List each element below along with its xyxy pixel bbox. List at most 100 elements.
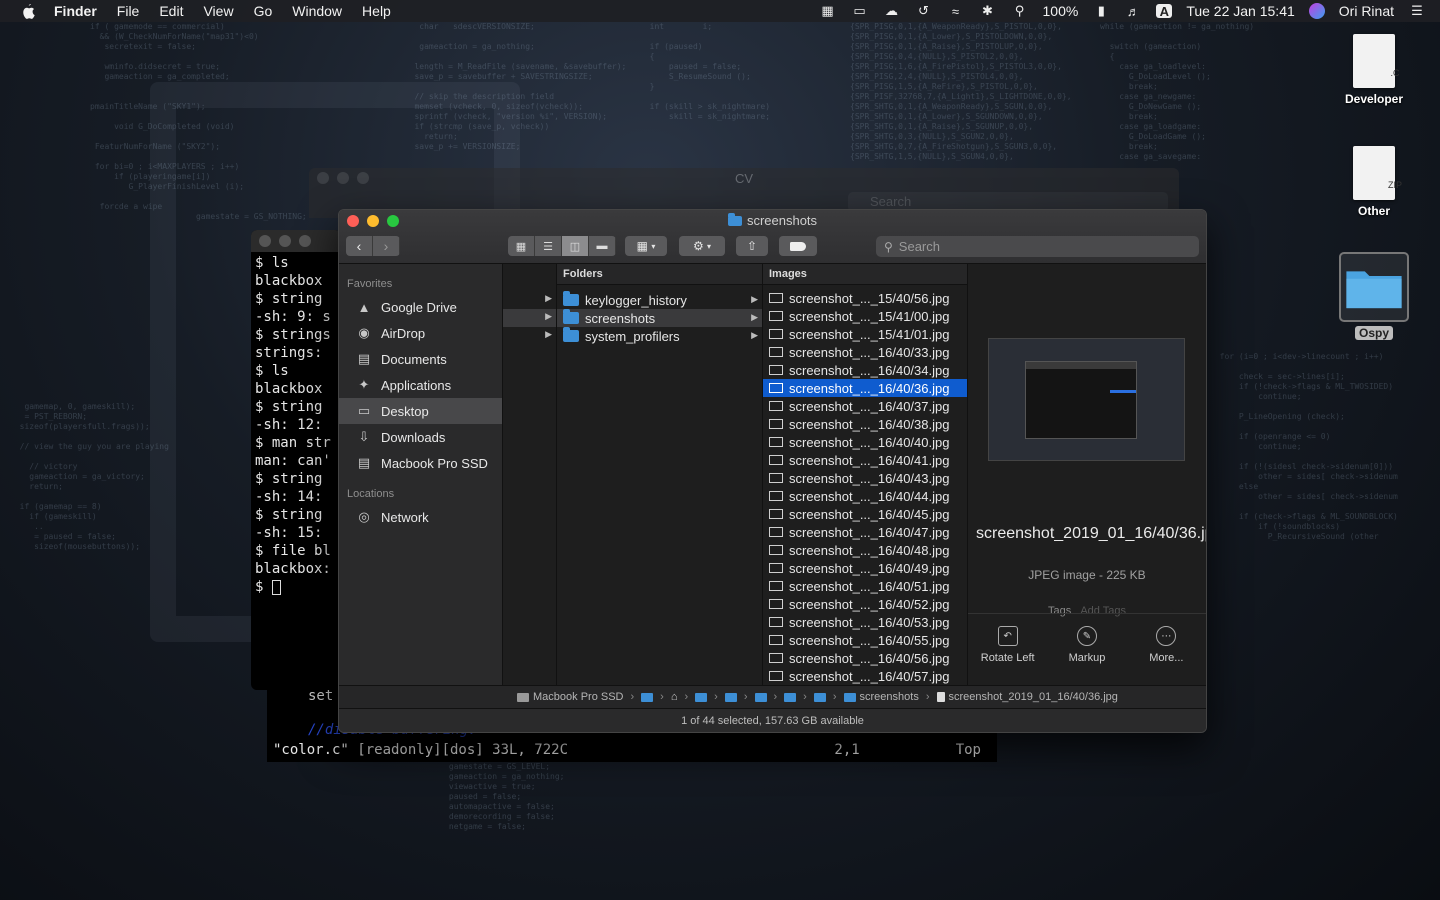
image-row[interactable]: screenshot_..._15/41/00.jpg bbox=[763, 307, 967, 325]
sidebar-item-applications[interactable]: ✦ Applications bbox=[339, 372, 502, 398]
spotlight-icon[interactable]: ⚲ bbox=[1011, 3, 1029, 18]
path-folder-icon[interactable] bbox=[784, 692, 797, 702]
siri-icon[interactable] bbox=[1308, 3, 1325, 19]
image-row[interactable]: screenshot_..._16/40/57.jpg bbox=[763, 667, 967, 685]
group-by-button[interactable]: ▦ ▾ bbox=[625, 236, 667, 256]
menu-edit[interactable]: Edit bbox=[159, 3, 183, 19]
notification-center-icon[interactable]: ☰ bbox=[1408, 3, 1426, 18]
path-folder-icon[interactable] bbox=[813, 692, 826, 702]
image-row[interactable]: screenshot_..._16/40/37.jpg bbox=[763, 397, 967, 415]
tags-button[interactable] bbox=[779, 236, 817, 256]
image-row[interactable]: screenshot_..._16/40/48.jpg bbox=[763, 541, 967, 559]
sidebar-item-desktop[interactable]: ▭ Desktop bbox=[339, 398, 502, 424]
battery-icon[interactable]: ▮ bbox=[1092, 3, 1110, 18]
image-row[interactable]: screenshot_..._16/40/44.jpg bbox=[763, 487, 967, 505]
gallery-icon: ▬ bbox=[596, 240, 608, 252]
volume-icon[interactable]: ♬ bbox=[1124, 4, 1142, 19]
search-input[interactable]: ⚲ Search bbox=[876, 236, 1199, 257]
image-row[interactable]: screenshot_..._16/40/36.jpg bbox=[763, 379, 967, 397]
image-row[interactable]: screenshot_..._16/40/55.jpg bbox=[763, 631, 967, 649]
sidebar-section-favorites: Favorites bbox=[347, 278, 393, 290]
sidebar-item-macbook-pro-ssd[interactable]: ▤ Macbook Pro SSD bbox=[339, 450, 502, 476]
input-source-icon[interactable]: A bbox=[1156, 4, 1173, 19]
cloud-upload-icon[interactable]: ☁ bbox=[883, 3, 901, 18]
desktop-icon-other[interactable]: ZIP Other bbox=[1329, 146, 1419, 218]
menu-view[interactable]: View bbox=[203, 3, 233, 19]
forward-button[interactable]: › bbox=[373, 236, 400, 256]
time-machine-icon[interactable]: ↺ bbox=[915, 3, 933, 18]
share-button[interactable]: ⇧ bbox=[736, 236, 768, 256]
list-item[interactable]: ▶ bbox=[503, 291, 556, 309]
image-row[interactable]: screenshot_..._16/40/43.jpg bbox=[763, 469, 967, 487]
back-button[interactable]: ‹ bbox=[346, 236, 373, 256]
path-file[interactable]: screenshot_2019_01_16/40/36.jpg bbox=[949, 691, 1118, 703]
image-row[interactable]: screenshot_..._16/40/38.jpg bbox=[763, 415, 967, 433]
images-column[interactable]: Images screenshot_..._15/40/56.jpg screen… bbox=[763, 264, 968, 685]
menu-go[interactable]: Go bbox=[254, 3, 273, 19]
screen-mirror-icon[interactable]: ▭ bbox=[851, 3, 869, 18]
image-row[interactable]: screenshot_..._16/40/34.jpg bbox=[763, 361, 967, 379]
image-row[interactable]: screenshot_..._16/40/47.jpg bbox=[763, 523, 967, 541]
list-view-button[interactable]: ☰ bbox=[535, 236, 562, 256]
path-folder-icon[interactable] bbox=[754, 692, 767, 702]
apple-menu-icon[interactable] bbox=[20, 3, 36, 19]
sidebar-item-documents[interactable]: ▤ Documents bbox=[339, 346, 502, 372]
icon-view-button[interactable]: ▦ bbox=[508, 236, 535, 256]
menu-help[interactable]: Help bbox=[362, 3, 391, 19]
user-name[interactable]: Ori Rinat bbox=[1339, 3, 1394, 19]
list-item[interactable]: ▶ bbox=[503, 309, 556, 327]
clock[interactable]: Tue 22 Jan 15:41 bbox=[1186, 3, 1294, 19]
image-filename: screenshot_..._16/40/37.jpg bbox=[789, 398, 950, 414]
sidebar-item-airdrop[interactable]: ◉ AirDrop bbox=[339, 320, 502, 346]
image-row[interactable]: screenshot_..._16/40/56.jpg bbox=[763, 649, 967, 667]
wallpaper-code: if ( gamemode == commercial) && (W_Check… bbox=[90, 22, 307, 221]
menu-window[interactable]: Window bbox=[292, 3, 342, 19]
battery-percent[interactable]: 100% bbox=[1043, 3, 1079, 19]
folder-row-keylogger-history[interactable]: keylogger_history ▶ bbox=[557, 291, 762, 309]
sidebar-item-network[interactable]: ◎ Network bbox=[339, 504, 502, 530]
image-row[interactable]: screenshot_..._16/40/40.jpg bbox=[763, 433, 967, 451]
image-row[interactable]: screenshot_..._15/40/56.jpg bbox=[763, 289, 967, 307]
finder-window[interactable]: screenshots ‹ › ▦ ☰ ◫ ▬ ▦ ▾ ⚙ ▾ ⇧ ⚲ Sear… bbox=[338, 209, 1207, 733]
folder-row-system-profilers[interactable]: system_profilers ▶ bbox=[557, 327, 762, 345]
notification-icon[interactable]: ▦ bbox=[819, 3, 837, 18]
bluetooth-icon[interactable]: ✱ bbox=[979, 3, 997, 18]
column-view-button[interactable]: ◫ bbox=[562, 236, 589, 256]
markup-button[interactable]: ✎ Markup bbox=[1047, 626, 1126, 673]
sidebar-item-downloads[interactable]: ⇩ Downloads bbox=[339, 424, 502, 450]
action-button[interactable]: ⚙ ▾ bbox=[679, 236, 725, 256]
preview-thumbnail[interactable] bbox=[988, 338, 1185, 461]
image-row[interactable]: screenshot_..._16/40/45.jpg bbox=[763, 505, 967, 523]
image-row[interactable]: screenshot_..._16/40/49.jpg bbox=[763, 559, 967, 577]
rotate-left-button[interactable]: ↶ Rotate Left bbox=[968, 626, 1047, 673]
terminal-window[interactable]: $ ls blackbox $ string -sh: 9: s $ strings st… bbox=[251, 230, 341, 690]
sidebar-item-label: AirDrop bbox=[381, 325, 426, 341]
path-root[interactable]: Macbook Pro SSD bbox=[533, 691, 623, 703]
parent-column[interactable]: ▶ ▶ ▶ bbox=[503, 264, 557, 685]
menu-file[interactable]: File bbox=[117, 3, 140, 19]
image-row[interactable]: screenshot_..._16/40/41.jpg bbox=[763, 451, 967, 469]
more-button[interactable]: ⋯ More... bbox=[1127, 626, 1206, 673]
path-folder-icon[interactable] bbox=[724, 692, 737, 702]
window-title: screenshots bbox=[339, 212, 1206, 228]
folders-column[interactable]: Folders keylogger_history ▶ screenshots … bbox=[557, 264, 763, 685]
desktop-icon-ospy[interactable]: Ospy bbox=[1329, 252, 1419, 342]
wifi-icon[interactable]: ≈ bbox=[947, 4, 965, 19]
path-folder-icon[interactable] bbox=[641, 692, 654, 702]
path-folder-icon[interactable] bbox=[695, 692, 708, 702]
home-icon[interactable]: ⌂ bbox=[671, 691, 678, 703]
sidebar-item-label: Applications bbox=[381, 377, 452, 393]
folder-row-screenshots[interactable]: screenshots ▶ bbox=[557, 309, 762, 327]
path-current-folder[interactable]: screenshots bbox=[860, 691, 919, 703]
image-row[interactable]: screenshot_..._15/41/01.jpg bbox=[763, 325, 967, 343]
image-row[interactable]: screenshot_..._16/40/53.jpg bbox=[763, 613, 967, 631]
image-row[interactable]: screenshot_..._16/40/52.jpg bbox=[763, 595, 967, 613]
sidebar-item-google-drive[interactable]: ▲ Google Drive bbox=[339, 294, 502, 320]
menu-finder[interactable]: Finder bbox=[54, 3, 97, 19]
image-filename: screenshot_..._15/40/56.jpg bbox=[789, 290, 950, 306]
gallery-view-button[interactable]: ▬ bbox=[589, 236, 616, 256]
image-row[interactable]: screenshot_..._16/40/33.jpg bbox=[763, 343, 967, 361]
desktop-icon-developer[interactable]: .C Developer bbox=[1329, 34, 1419, 106]
image-row[interactable]: screenshot_..._16/40/51.jpg bbox=[763, 577, 967, 595]
list-item[interactable]: ▶ bbox=[503, 327, 556, 345]
